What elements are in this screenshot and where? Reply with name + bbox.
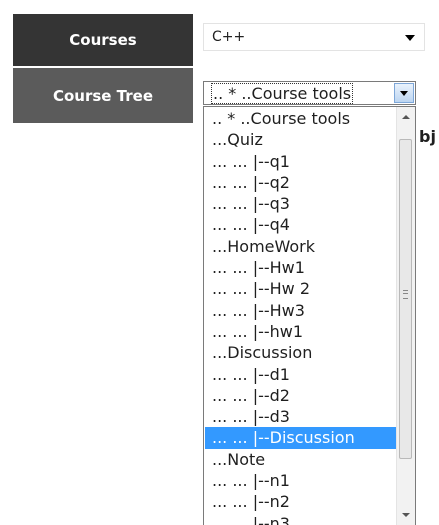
dropdown-option[interactable]: ...Note [205, 449, 396, 470]
dropdown-option[interactable]: ... ... |--d2 [205, 385, 396, 406]
dropdown-option[interactable]: ... ... |--n2 [205, 491, 396, 512]
scrollbar-thumb[interactable] [399, 139, 412, 459]
course-tree-label: Course Tree [13, 68, 193, 123]
dropdown-option[interactable]: ... ... |--q2 [205, 172, 396, 193]
dropdown-option[interactable]: ... ... |--Hw1 [205, 257, 396, 278]
dropdown-option[interactable]: ...Discussion [205, 342, 396, 363]
scroll-down-arrow-icon[interactable] [397, 505, 415, 525]
obscured-text: bj [419, 127, 436, 146]
courses-label: Courses [13, 14, 193, 66]
courses-select-value: C++ [212, 29, 246, 45]
dropdown-option[interactable]: .. * ..Course tools [205, 108, 396, 129]
dropdown-option[interactable]: ... ... |--n3 [205, 513, 396, 525]
dropdown-options: .. * ..Course tools ...Quiz... ... |--q1.… [205, 108, 396, 525]
scrollbar[interactable] [396, 107, 415, 525]
dropdown-option[interactable]: ... ... |--Hw3 [205, 300, 396, 321]
dropdown-option[interactable]: ...HomeWork [205, 236, 396, 257]
course-tree-select-value: .. * ..Course tools [210, 83, 354, 104]
course-tree-select[interactable]: .. * ..Course tools [203, 81, 416, 105]
dropdown-option[interactable]: ...Quiz [205, 129, 396, 150]
dropdown-option[interactable]: ... ... |--d1 [205, 364, 396, 385]
dropdown-option[interactable]: ... ... |--Discussion [205, 427, 396, 449]
dropdown-arrow-button[interactable] [394, 83, 414, 103]
dropdown-option[interactable]: ... ... |--d3 [205, 406, 396, 427]
dropdown-option[interactable]: ... ... |--q3 [205, 193, 396, 214]
dropdown-option[interactable]: ... ... |--hw1 [205, 321, 396, 342]
dropdown-option[interactable]: ... ... |--n1 [205, 470, 396, 491]
chevron-down-icon[interactable] [405, 35, 415, 41]
dropdown-option[interactable]: ... ... |--q1 [205, 151, 396, 172]
dropdown-option[interactable]: ... ... |--q4 [205, 214, 396, 235]
course-form: Courses Course Tree C++ bj .. * ..Course… [0, 0, 439, 525]
scrollbar-grip-icon [403, 290, 408, 299]
course-tree-dropdown-list[interactable]: .. * ..Course tools ...Quiz... ... |--q1.… [203, 106, 416, 525]
dropdown-option[interactable]: ... ... |--Hw 2 [205, 278, 396, 299]
scroll-up-arrow-icon[interactable] [397, 107, 415, 127]
courses-select[interactable]: C++ [203, 23, 425, 51]
